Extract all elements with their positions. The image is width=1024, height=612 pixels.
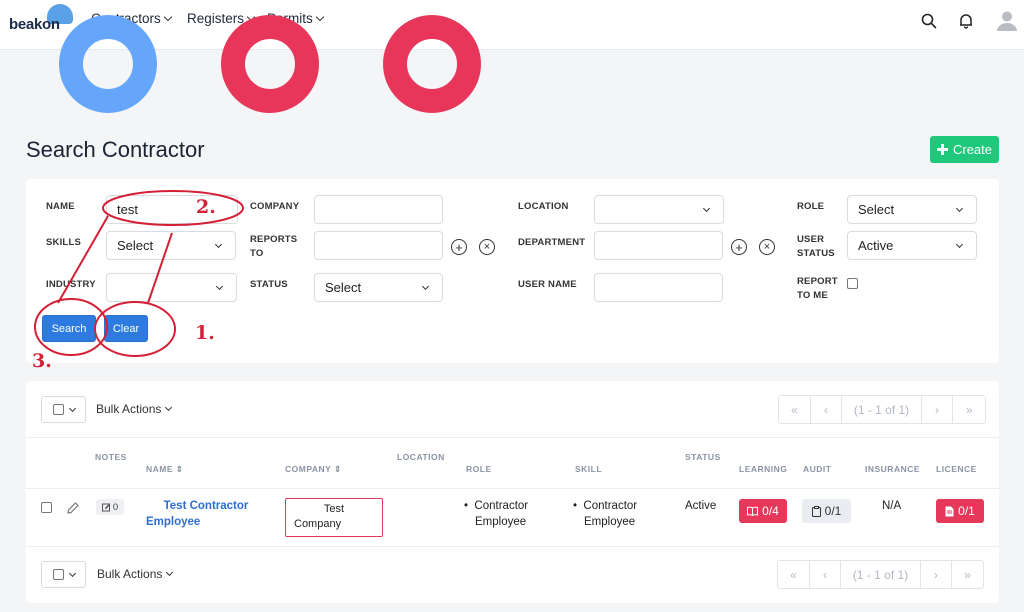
document-icon (945, 506, 954, 516)
status-cell: Active (685, 500, 717, 512)
annotation-circle-search (34, 298, 108, 356)
insurance-cell: N/A (882, 500, 902, 512)
th-role: ROLE (466, 464, 492, 474)
th-audit: AUDIT (803, 464, 832, 474)
annotation-circle-name (102, 190, 244, 226)
annotation-step-3: 3. (32, 350, 52, 372)
page-next-button[interactable]: › (921, 561, 953, 588)
licence-badge[interactable]: 0/1 (936, 499, 984, 523)
select-all-dropdown-bottom[interactable] (41, 561, 86, 588)
chevron-down-icon (68, 569, 76, 577)
divider (26, 546, 999, 547)
book-open-icon (747, 506, 759, 516)
note-edit-icon (101, 503, 110, 511)
company-tag-line2: Company (294, 518, 342, 530)
edit-pencil-icon[interactable] (66, 501, 80, 520)
role-line2: Employee (475, 516, 527, 528)
page-prev-button[interactable]: ‹ (811, 396, 843, 423)
page-prev-button[interactable]: ‹ (810, 561, 842, 588)
pagination-bottom: « ‹ (1 - 1 of 1) › » (777, 560, 984, 589)
learning-badge[interactable]: 0/4 (739, 499, 787, 523)
chevron-down-icon (68, 404, 76, 412)
annotation-step-2: 2. (196, 196, 216, 218)
th-name-label: NAME (146, 464, 174, 474)
role-line1: Contractor (474, 500, 529, 512)
page-last-button[interactable]: » (952, 561, 983, 588)
divider (26, 437, 999, 438)
select-all-checkbox[interactable] (52, 404, 64, 415)
contractor-name-link[interactable]: Test Contractor (146, 498, 266, 514)
page-info: (1 - 1 of 1) (841, 561, 921, 588)
th-company-label: COMPANY (285, 464, 332, 474)
th-company[interactable]: COMPANY ⇕ (285, 463, 342, 476)
page-first-button[interactable]: « (779, 396, 811, 423)
bulk-actions-dropdown[interactable]: Bulk Actions (96, 402, 173, 416)
role-cell: • Contractor Employee (464, 498, 528, 530)
th-learning: LEARNING (739, 464, 788, 474)
skill-cell: • Contractor Employee (573, 498, 637, 530)
page-next-button[interactable]: › (922, 396, 954, 423)
skill-line2: Employee (584, 516, 636, 528)
notes-count: 0 (112, 501, 119, 513)
annotation-step-1: 1. (195, 322, 215, 344)
contractor-name-link-line2[interactable]: Employee (146, 514, 200, 530)
contractor-name-line1: Test Contractor (163, 500, 249, 512)
pagination-top: « ‹ (1 - 1 of 1) › » (778, 395, 986, 424)
bullet: • (573, 500, 584, 512)
learning-value: 0/4 (762, 504, 779, 518)
select-all-checkbox-bottom[interactable] (52, 569, 64, 580)
page-first-button[interactable]: « (778, 561, 810, 588)
select-all-dropdown[interactable] (41, 396, 86, 423)
bulk-actions-dropdown-bottom[interactable]: Bulk Actions (97, 567, 174, 581)
th-location: LOCATION (397, 452, 445, 462)
company-tag-line1: Test (323, 503, 345, 515)
bulk-actions-label-bottom: Bulk Actions (97, 567, 163, 581)
sort-icon: ⇕ (334, 464, 342, 474)
page-info: (1 - 1 of 1) (842, 396, 922, 423)
th-insurance: INSURANCE (865, 464, 921, 474)
company-tag[interactable]: Test Company (285, 498, 383, 537)
chevron-down-icon (166, 568, 174, 577)
page-last-button[interactable]: » (953, 396, 985, 423)
annotation-arrow-line (57, 215, 109, 304)
audit-badge[interactable]: 0/1 (802, 499, 851, 523)
th-licence: LICENCE (936, 464, 977, 474)
annotation-arrow-line (147, 232, 173, 304)
bulk-actions-label: Bulk Actions (96, 402, 162, 416)
th-skill: SKILL (575, 464, 603, 474)
licence-value: 0/1 (958, 504, 975, 518)
th-status: STATUS (685, 452, 721, 462)
chevron-down-icon (165, 403, 173, 412)
bullet: • (464, 500, 475, 512)
skill-line1: Contractor (583, 500, 638, 512)
th-notes: NOTES (95, 452, 127, 462)
notes-badge[interactable]: 0 (96, 499, 124, 515)
audit-value: 0/1 (824, 504, 842, 518)
sort-icon: ⇕ (175, 464, 184, 474)
clipboard-icon (811, 505, 821, 517)
row-checkbox[interactable] (41, 502, 52, 513)
th-name[interactable]: NAME ⇕ (146, 463, 184, 476)
